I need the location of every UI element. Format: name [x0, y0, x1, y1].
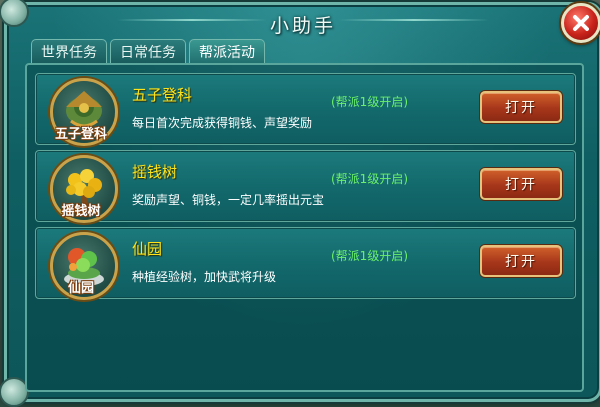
- activity-description: 每日首次完成获得铜钱、声望奖励: [132, 116, 313, 130]
- activity-title: 五子登科: [132, 86, 193, 104]
- activity-description: 奖励声望、铜钱，一定几率摇出元宝: [132, 193, 325, 207]
- tab-guild-activities[interactable]: 帮派活动: [189, 39, 265, 63]
- activity-description: 种植经验树，加快武将升级: [132, 270, 277, 284]
- activity-title: 仙园: [132, 240, 163, 258]
- close-icon: [573, 15, 589, 31]
- helper-dialog: 小助手 世界任务 日常任务 帮派活动 五子登科 五子登科 每日首次完成获得铜钱、…: [0, 0, 600, 407]
- icon-label: 五子登科: [54, 127, 107, 142]
- open-button[interactable]: 打开: [480, 245, 562, 277]
- unlock-requirement: (帮派1级开启): [331, 249, 408, 263]
- list-item: 摇钱树 摇钱树 奖励声望、铜钱，一定几率摇出元宝 (帮派1级开启) 打开: [35, 150, 576, 223]
- tab-world-quests[interactable]: 世界任务: [31, 39, 107, 63]
- activity-title: 摇钱树: [132, 163, 178, 181]
- open-button[interactable]: 打开: [480, 168, 562, 200]
- unlock-requirement: (帮派1级开启): [331, 95, 408, 109]
- dialog-title: 小助手: [269, 15, 336, 37]
- open-button[interactable]: 打开: [480, 91, 562, 123]
- icon-label: 摇钱树: [61, 204, 101, 219]
- icon-label: 仙园: [67, 281, 94, 296]
- list-item: 五子登科 五子登科 每日首次完成获得铜钱、声望奖励 (帮派1级开启) 打开: [35, 73, 576, 146]
- tab-daily-quests[interactable]: 日常任务: [110, 39, 186, 63]
- unlock-requirement: (帮派1级开启): [331, 172, 408, 186]
- activity-list: 五子登科 五子登科 每日首次完成获得铜钱、声望奖励 (帮派1级开启) 打开 摇钱…: [25, 63, 584, 392]
- tab-bar: 世界任务 日常任务 帮派活动: [31, 39, 265, 63]
- close-button[interactable]: [561, 3, 600, 43]
- list-item: 仙园 仙园 种植经验树，加快武将升级 (帮派1级开启) 打开: [35, 227, 576, 300]
